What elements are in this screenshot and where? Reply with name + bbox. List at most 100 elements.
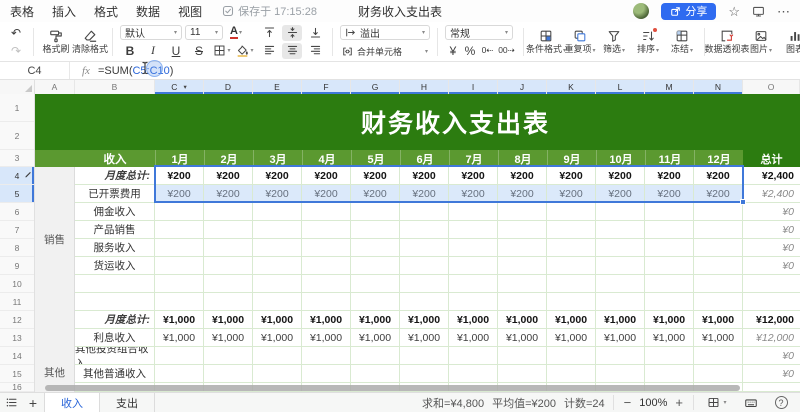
cell-D4[interactable]: ¥200	[204, 167, 253, 185]
header-cell-month-3[interactable]: 3月	[253, 150, 302, 167]
column-header-J[interactable]: J	[498, 80, 547, 94]
row-header-8[interactable]: 8	[0, 239, 34, 257]
cell-O11[interactable]	[743, 293, 800, 311]
cell-J5[interactable]: ¥200	[498, 185, 547, 203]
cell-N6[interactable]	[694, 203, 743, 221]
help-button[interactable]: ?	[770, 393, 792, 412]
cell-M13[interactable]: ¥1,000	[645, 329, 694, 347]
percent-format-button[interactable]: %	[462, 43, 478, 59]
cell-C15[interactable]	[155, 365, 204, 383]
cell-E9[interactable]	[253, 257, 302, 275]
cell-J11[interactable]	[498, 293, 547, 311]
cell-C6[interactable]	[155, 203, 204, 221]
cell-M7[interactable]	[645, 221, 694, 239]
cell-E6[interactable]	[253, 203, 302, 221]
cell-A7[interactable]	[35, 221, 75, 239]
header-cell-month-2[interactable]: 2月	[204, 150, 253, 167]
borders-button[interactable]: ▾	[212, 43, 232, 59]
cell-K8[interactable]	[547, 239, 596, 257]
cell-I5[interactable]: ¥200	[449, 185, 498, 203]
cell-C13[interactable]: ¥1,000	[155, 329, 204, 347]
cell-F8[interactable]	[302, 239, 351, 257]
cell-H5[interactable]: ¥200	[400, 185, 449, 203]
cell-C4[interactable]: ¥200	[155, 167, 204, 185]
cell-E12[interactable]: ¥1,000	[253, 311, 302, 329]
cell-M12[interactable]: ¥1,000	[645, 311, 694, 329]
cell-J12[interactable]: ¥1,000	[498, 311, 547, 329]
column-header-B[interactable]: B	[75, 80, 155, 94]
cell-L12[interactable]: ¥1,000	[596, 311, 645, 329]
cell-L14[interactable]	[596, 347, 645, 365]
cell-M8[interactable]	[645, 239, 694, 257]
cell-I8[interactable]	[449, 239, 498, 257]
cell-G7[interactable]	[351, 221, 400, 239]
cell-E7[interactable]	[253, 221, 302, 239]
column-header-A[interactable]: A	[35, 80, 75, 94]
cell-A14[interactable]	[35, 347, 75, 365]
cell-J8[interactable]	[498, 239, 547, 257]
column-header-K[interactable]: K	[547, 80, 596, 94]
cell-H14[interactable]	[400, 347, 449, 365]
cell-N8[interactable]	[694, 239, 743, 257]
cell-G15[interactable]	[351, 365, 400, 383]
cell-A4[interactable]	[35, 167, 75, 185]
cell-F9[interactable]	[302, 257, 351, 275]
cell-B14[interactable]: 其他投资组合收入	[75, 347, 155, 365]
cell-E11[interactable]	[253, 293, 302, 311]
image-button[interactable]: 图片▾	[746, 29, 776, 54]
cell-L6[interactable]	[596, 203, 645, 221]
cell-G14[interactable]	[351, 347, 400, 365]
cell-A12[interactable]	[35, 311, 75, 329]
menu-table[interactable]: 表格	[10, 3, 34, 20]
number-format-select[interactable]: 常规 ▾	[445, 24, 513, 40]
row-header-5[interactable]: 5	[0, 185, 34, 203]
cell-J7[interactable]	[498, 221, 547, 239]
cell-D10[interactable]	[204, 275, 253, 293]
chart-button[interactable]: 图表	[780, 29, 800, 54]
cell-O5[interactable]: ¥2,400	[743, 185, 800, 203]
cell-D9[interactable]	[204, 257, 253, 275]
column-header-H[interactable]: H	[400, 80, 449, 94]
row-header-10[interactable]: 10	[0, 275, 34, 293]
row-header-6[interactable]: 6	[0, 203, 34, 221]
cell-F15[interactable]	[302, 365, 351, 383]
cell-I7[interactable]	[449, 221, 498, 239]
cell-I15[interactable]	[449, 365, 498, 383]
cell-O14[interactable]: ¥0	[743, 347, 800, 365]
cell-J10[interactable]	[498, 275, 547, 293]
header-cell-month-10[interactable]: 10月	[596, 150, 645, 167]
cell-M11[interactable]	[645, 293, 694, 311]
cell-I9[interactable]	[449, 257, 498, 275]
cell-K14[interactable]	[547, 347, 596, 365]
cell-L9[interactable]	[596, 257, 645, 275]
cell-I4[interactable]: ¥200	[449, 167, 498, 185]
cell-F10[interactable]	[302, 275, 351, 293]
decrease-decimal-button[interactable]: 0⇠	[479, 43, 496, 59]
cell-E5[interactable]: ¥200	[253, 185, 302, 203]
duplicates-button[interactable]: 重复项▾	[564, 29, 596, 54]
sheet-tab-expense[interactable]: 支出	[100, 392, 155, 412]
cell-O7[interactable]: ¥0	[743, 221, 800, 239]
cell-A15[interactable]	[35, 365, 75, 383]
underline-button[interactable]: U	[166, 43, 186, 59]
valign-middle-button[interactable]	[282, 24, 302, 41]
clear-format-button[interactable]: 清除格式	[72, 29, 108, 54]
cell-N15[interactable]	[694, 365, 743, 383]
freeze-button[interactable]: 冻结▾	[667, 29, 697, 54]
cell-N14[interactable]	[694, 347, 743, 365]
bold-button[interactable]: B	[120, 43, 140, 59]
halign-right-button[interactable]	[305, 43, 325, 59]
cell-M4[interactable]: ¥200	[645, 167, 694, 185]
cell-J6[interactable]	[498, 203, 547, 221]
cell-G5[interactable]: ¥200	[351, 185, 400, 203]
font-color-button[interactable]: A ▾	[226, 25, 246, 41]
cell-L11[interactable]	[596, 293, 645, 311]
column-dropdown-icon[interactable]: ▾	[183, 83, 186, 91]
cell-A13[interactable]	[35, 329, 75, 347]
cell-O8[interactable]: ¥0	[743, 239, 800, 257]
cell-M15[interactable]	[645, 365, 694, 383]
cell-A10[interactable]	[35, 275, 75, 293]
cell-K5[interactable]: ¥200	[547, 185, 596, 203]
cell-C10[interactable]	[155, 275, 204, 293]
menu-insert[interactable]: 插入	[52, 3, 76, 20]
